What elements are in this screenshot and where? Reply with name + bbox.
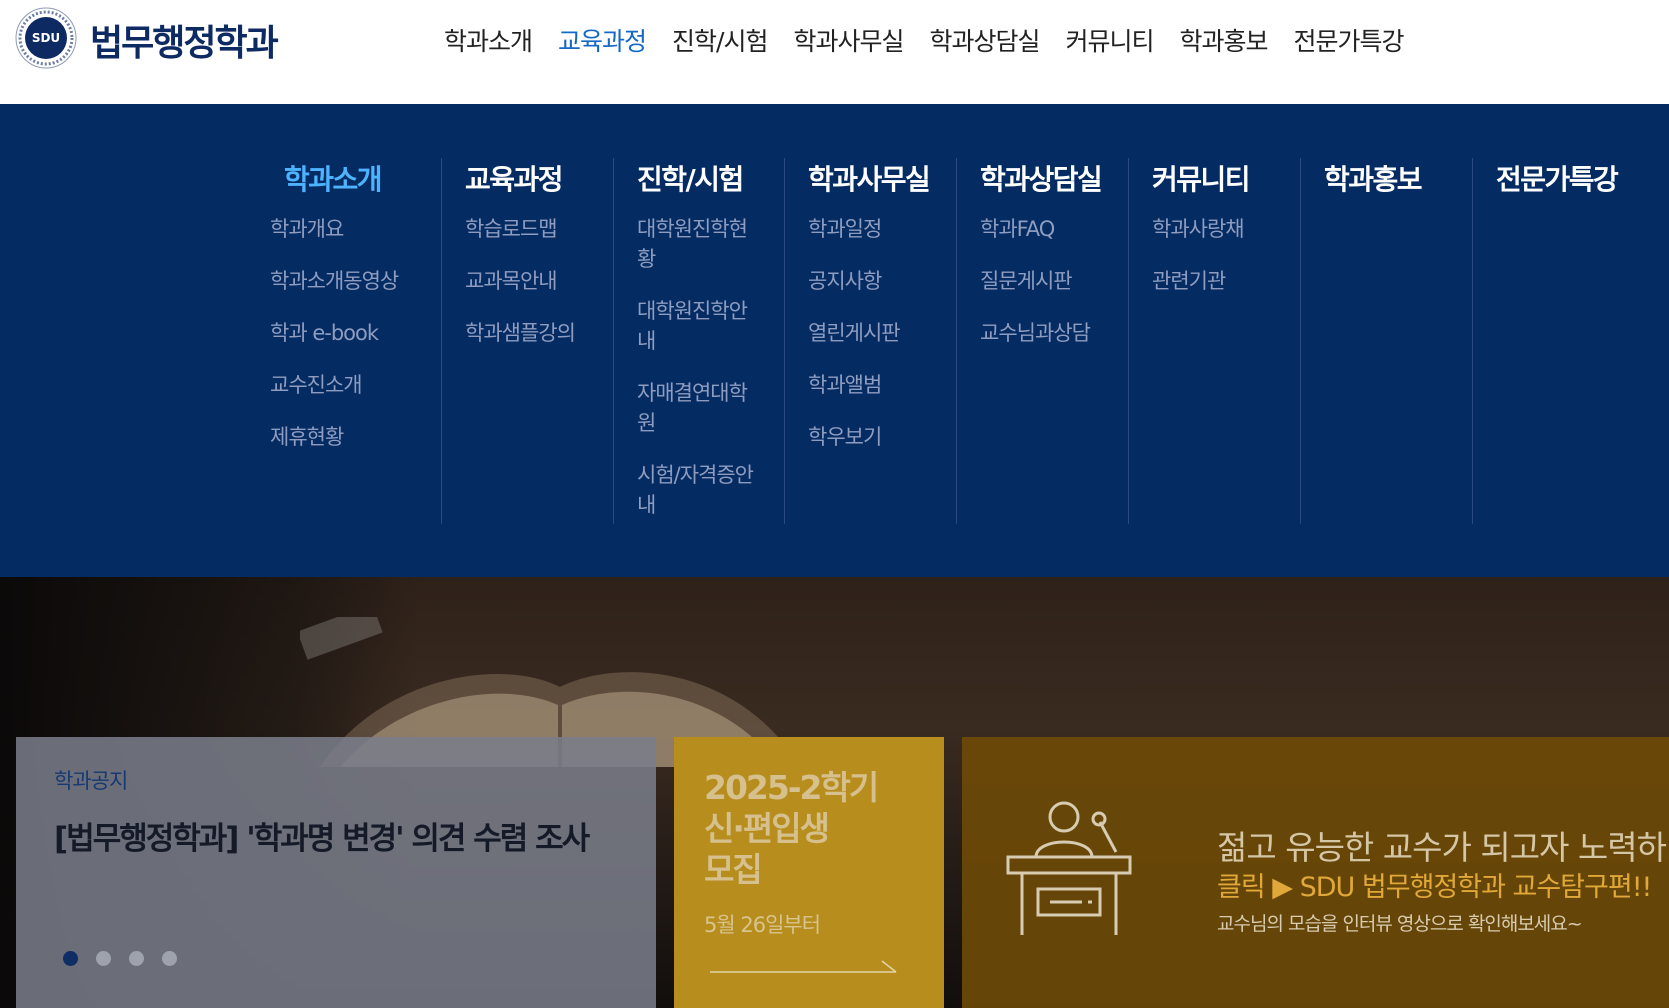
menu-link[interactable]: 공지사항 — [808, 266, 936, 296]
lecture-podium-icon — [1006, 801, 1132, 935]
menu-link[interactable]: 자매결연대학원 — [637, 378, 765, 438]
nav-item-exam[interactable]: 진학/시험 — [672, 22, 768, 62]
menu-link[interactable]: 시험/자격증안내 — [637, 460, 765, 520]
menu-link[interactable]: 대학원진학현황 — [637, 214, 765, 274]
menu-link[interactable]: 학과사랑채 — [1152, 214, 1280, 244]
menu-column-exam: 진학/시험 대학원진학현황 대학원진학안내 자매결연대학원 시험/자격증안내 — [613, 158, 786, 524]
menu-link[interactable]: 학과일정 — [808, 214, 936, 244]
arrow-right-icon[interactable] — [710, 957, 900, 977]
slide-dot-1[interactable] — [63, 951, 78, 966]
slide-dot-3[interactable] — [129, 951, 144, 966]
notice-label: 학과공지 — [54, 769, 128, 793]
menu-title-exam[interactable]: 진학/시험 — [637, 158, 744, 198]
menu-title-office[interactable]: 학과사무실 — [808, 158, 931, 198]
menu-column-office: 학과사무실 학과일정 공지사항 열린게시판 학과앨범 학우보기 — [784, 158, 957, 524]
menu-column-curriculum: 교육과정 학습로드맵 교과목안내 학과샘플강의 — [441, 158, 614, 524]
menu-title-counsel[interactable]: 학과상담실 — [980, 158, 1103, 198]
professor-description: 교수님의 모습을 인터뷰 영상으로 확인해보세요~ — [1217, 913, 1583, 935]
admission-title-line2: 신·편입생 — [704, 809, 830, 848]
nav-item-community[interactable]: 커뮤니티 — [1066, 22, 1155, 62]
menu-link[interactable]: 학과FAQ — [980, 214, 1108, 244]
logo-text: SDU — [32, 31, 60, 45]
professor-interview-panel[interactable]: 젊고 유능한 교수가 되고자 노력하 클릭 ▶ SDU 법무행정학과 교수탐구편… — [962, 737, 1669, 1008]
menu-link[interactable]: 학습로드맵 — [465, 214, 593, 244]
admission-title-line1: 2025-2학기 — [704, 768, 879, 807]
menu-title-community[interactable]: 커뮤니티 — [1152, 158, 1251, 198]
site-title[interactable]: 법무행정학과 — [90, 14, 279, 66]
menu-link[interactable]: 학우보기 — [808, 422, 936, 452]
notice-panel[interactable]: 학과공지 [법무행정학과] '학과명 변경' 의견 수렴 조사 — [16, 737, 656, 1008]
nav-item-lecture[interactable]: 전문가특강 — [1294, 22, 1405, 62]
admission-title-line3: 모집 — [704, 850, 763, 889]
nav-item-intro[interactable]: 학과소개 — [444, 22, 533, 62]
menu-column-counsel: 학과상담실 학과FAQ 질문게시판 교수님과상담 — [956, 158, 1129, 524]
hero-banner: 학과공지 [법무행정학과] '학과명 변경' 의견 수렴 조사 2025-2학기… — [0, 577, 1669, 1008]
mega-menu: 학과소개 학과개요 학과소개동영상 학과 e-book 교수진소개 제휴현황 교… — [0, 104, 1669, 577]
slide-dot-2[interactable] — [96, 951, 111, 966]
menu-column-intro: 학과소개 학과개요 학과소개동영상 학과 e-book 교수진소개 제휴현황 — [270, 158, 442, 524]
menu-link[interactable]: 대학원진학안내 — [637, 296, 765, 356]
nav-item-office[interactable]: 학과사무실 — [793, 22, 904, 62]
menu-column-community: 커뮤니티 학과사랑채 관련기관 — [1128, 158, 1301, 524]
menu-link[interactable]: 학과개요 — [270, 214, 398, 244]
menu-link[interactable]: 교수진소개 — [270, 370, 398, 400]
menu-title-lecture[interactable]: 전문가특강 — [1496, 158, 1619, 198]
admission-date: 5월 26일부터 — [704, 913, 821, 937]
professor-link[interactable]: 클릭 ▶ SDU 법무행정학과 교수탐구편!! — [1217, 865, 1652, 904]
site-header: SDU 법무행정학과 학과소개 교육과정 진학/시험 학과사무실 학과상담실 커… — [0, 0, 1669, 104]
menu-link[interactable]: 제휴현황 — [270, 422, 398, 452]
menu-column-lecture: 전문가특강 — [1472, 158, 1633, 524]
menu-title-curriculum[interactable]: 교육과정 — [465, 158, 564, 198]
admission-panel[interactable]: 2025-2학기 신·편입생 모집 5월 26일부터 — [674, 737, 944, 1008]
nav-item-pr[interactable]: 학과홍보 — [1180, 22, 1269, 62]
menu-link[interactable]: 학과샘플강의 — [465, 318, 593, 348]
menu-link[interactable]: 질문게시판 — [980, 266, 1108, 296]
notice-title[interactable]: [법무행정학과] '학과명 변경' 의견 수렴 조사 — [54, 813, 590, 858]
menu-link[interactable]: 교수님과상담 — [980, 318, 1108, 348]
slide-indicator — [63, 951, 195, 966]
slide-dot-4[interactable] — [162, 951, 177, 966]
menu-link[interactable]: 열린게시판 — [808, 318, 936, 348]
professor-headline: 젊고 유능한 교수가 되고자 노력하 — [1217, 828, 1667, 867]
menu-link[interactable]: 교과목안내 — [465, 266, 593, 296]
main-nav: 학과소개 교육과정 진학/시험 학과사무실 학과상담실 커뮤니티 학과홍보 전문… — [444, 22, 1430, 62]
menu-link[interactable]: 학과 e-book — [270, 318, 398, 348]
menu-title-pr[interactable]: 학과홍보 — [1324, 158, 1423, 198]
admission-title: 2025-2학기 신·편입생 모집 — [704, 767, 879, 890]
menu-title-intro[interactable]: 학과소개 — [284, 158, 383, 198]
nav-item-counsel[interactable]: 학과상담실 — [929, 22, 1040, 62]
menu-link[interactable]: 학과소개동영상 — [270, 266, 430, 296]
nav-item-curriculum[interactable]: 교육과정 — [558, 22, 647, 62]
menu-column-pr: 학과홍보 — [1300, 158, 1473, 524]
menu-link[interactable]: 학과앨범 — [808, 370, 936, 400]
menu-link[interactable]: 관련기관 — [1152, 266, 1280, 296]
sdu-logo[interactable]: SDU — [15, 7, 77, 69]
